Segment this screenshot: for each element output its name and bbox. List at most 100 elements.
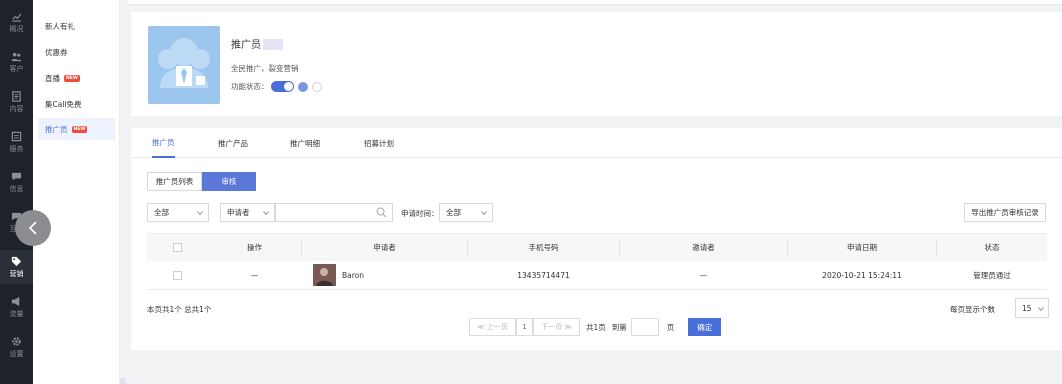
scroll-indicator[interactable] [120,378,126,384]
tab-bar: 推广员 推广产品 推广明细 招募计划 [131,128,1062,158]
feature-title: 推广员 [231,36,283,51]
table-header: 操作 申请者 手机号码 邀请者 申请日期 状态 [147,233,1047,261]
submenu-item-live[interactable]: 直播 NEW [38,67,115,89]
nav-message-label: 信息 [9,184,24,193]
applicant-name: Baron [342,270,365,280]
nav-message[interactable]: 信息 [0,165,33,199]
feature-toggle[interactable] [270,81,294,92]
submenu-item-label: 推广员 [45,124,68,134]
submenu-item-label: 直播 [45,73,60,83]
link-icon[interactable] [297,81,308,92]
col-status: 状态 [984,243,1000,252]
row-select-cell [147,261,207,289]
table-row: — Baron 13435714471 — 2020-10-21 15:24:1… [147,261,1047,290]
page-suffix: 页 [666,322,675,332]
new-badge: NEW [64,74,80,82]
nav-overview[interactable]: 概况 [0,5,33,39]
per-page-select[interactable]: 15 [1015,298,1049,318]
megaphone-icon [11,296,20,306]
row-phone: 13435714471 [517,270,570,280]
date-select[interactable]: 全部 [439,203,493,222]
row-inviter: — [699,270,708,280]
top-strip [128,0,1062,5]
search-by-value: 申请者 [227,208,250,217]
row-checkbox[interactable] [172,270,182,280]
main-nav-rail: 概况 客户 内容 服务 信息 互动 营销 流量 设置 [0,0,33,384]
col-inviter: 邀请者 [692,243,715,252]
select-all-checkbox[interactable] [172,243,182,252]
segment-promoter-list[interactable]: 推广员列表 [147,172,202,191]
col-applicant: 申请者 [373,243,396,252]
tab-recruitment[interactable]: 招募计划 [364,128,394,158]
chevron-down-icon [263,211,269,216]
nav-traffic[interactable]: 流量 [0,290,33,324]
export-review-records-button[interactable]: 导出推广员审核记录 [964,203,1046,222]
date-filter-label: 申请时间： [401,209,439,218]
row-status: 管理员通过 [973,270,1011,280]
new-badge: NEW [71,125,88,133]
chevron-left-icon [28,221,37,235]
tag-icon [11,256,22,266]
col-date: 申请日期 [847,243,877,252]
nav-content[interactable]: 内容 [0,85,33,119]
nav-service[interactable]: 服务 [0,125,33,159]
feature-card: 推广员 全民推广，裂变营销 功能状态： [131,12,1062,116]
avatar [313,264,336,286]
submenu-item-newcomer-gift[interactable]: 新人有礼 [38,15,115,37]
prev-page-button[interactable]: ≪ 上一页 [469,318,516,336]
next-page-button[interactable]: 下一页 ≫ [533,318,580,336]
nav-customers[interactable]: 客户 [0,45,33,79]
title-highlight [263,39,283,50]
row-action: — [250,270,259,280]
per-page-value: 15 [1022,303,1032,313]
search-by-select[interactable]: 申请者 [220,203,275,222]
nav-marketing[interactable]: 营销 [0,250,33,284]
col-phone: 手机号码 [528,243,559,252]
tab-products[interactable]: 推广产品 [218,128,248,158]
feature-title-text: 推广员 [231,40,261,51]
col-action: 操作 [247,243,262,252]
nav-marketing-label: 营销 [9,269,24,278]
goto-page-input[interactable] [630,318,659,336]
page-summary: 本页共1个 总共1个 [147,305,212,314]
feature-status: 功能状态： [231,81,322,92]
submenu-item-label: 新人有礼 [45,21,75,31]
feature-description: 全民推广，裂变营销 [231,64,299,73]
page-number-button[interactable]: 1 [516,318,533,336]
collapse-sidebar-button[interactable] [15,210,51,246]
chart-icon [11,12,22,22]
submenu-item-coupons[interactable]: 优惠券 [38,41,115,63]
submenu-item-call-free[interactable]: 集Call免费 [38,93,115,115]
select-all-cell [147,234,207,261]
nav-settings[interactable]: 设置 [0,330,33,364]
more-icon[interactable] [311,81,322,92]
row-date: 2020-10-21 15:24:11 [822,270,902,280]
submenu-item-promoter[interactable]: 推广员 NEW [38,118,115,140]
submenu-item-label: 集Call免费 [45,99,82,109]
goto-confirm-button[interactable]: 确定 [688,318,722,336]
status-select[interactable]: 全部 [147,203,209,222]
goto-label: 到第 [611,322,627,332]
search-icon[interactable] [376,207,387,218]
gear-icon [12,336,21,346]
segment-review[interactable]: 审核 [202,172,256,191]
total-pages: 共1页 [586,322,606,332]
nav-service-label: 服务 [9,144,24,153]
users-icon [11,52,22,61]
message-icon [11,172,22,180]
service-icon [11,131,22,141]
submenu-item-label: 优惠券 [45,47,68,57]
promoter-panel: 推广员 推广产品 推广明细 招募计划 推广员列表 审核 全部 申请者 申请时间：… [131,128,1062,350]
nav-overview-label: 概况 [9,24,24,33]
tab-promoters[interactable]: 推广员 [152,128,175,158]
nav-traffic-label: 流量 [9,309,24,318]
nav-content-label: 内容 [9,104,24,113]
tab-details[interactable]: 推广明细 [290,128,320,158]
chevron-down-icon [197,211,203,216]
document-icon [12,90,21,102]
status-label: 功能状态： [231,82,269,91]
chevron-down-icon [481,211,487,216]
chevron-down-icon [1038,307,1044,312]
date-select-value: 全部 [446,208,461,217]
nav-customers-label: 客户 [9,64,24,73]
